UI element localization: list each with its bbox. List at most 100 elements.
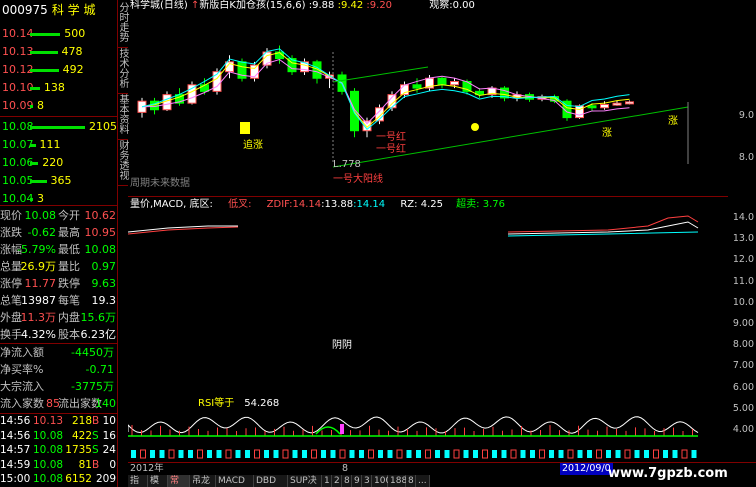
volume-bar (292, 450, 298, 458)
bottom-tab[interactable]: 100 (372, 475, 391, 487)
axis-tick-label: 9.00 (732, 318, 754, 329)
kline-value-1: 9.88 (312, 0, 335, 11)
tick-row: 14:59 10.08 81 B 0 (0, 458, 118, 472)
tick-row: 14:56 10.13 218 B 10 (0, 414, 118, 428)
bottom-tab[interactable]: ... (416, 475, 430, 487)
ask-level[interactable]: 10.13 478 (0, 43, 118, 61)
bid-level[interactable]: 10.06 220 (0, 154, 118, 172)
bid-level[interactable]: 10.08 2105 (0, 118, 118, 136)
volume-bar (482, 449, 488, 459)
bottom-tab[interactable]: 模板 (148, 475, 168, 487)
volume-bar (178, 450, 184, 458)
quote-label: 涨跌 (0, 226, 22, 239)
tick-volume: 6152 (65, 473, 92, 485)
bottom-tab[interactable]: 9 (352, 475, 362, 487)
bottom-tab[interactable]: 指标 (128, 475, 148, 487)
view-tab[interactable]: 财务透视 (117, 140, 128, 186)
volume-bar (245, 450, 250, 458)
volume-bar (558, 450, 564, 458)
candle-body[interactable] (450, 81, 459, 86)
volume-bar (672, 450, 678, 458)
view-tab[interactable]: 基本资料 (117, 94, 128, 140)
volume-bar (501, 450, 507, 458)
ask-volume: 478 (61, 45, 83, 58)
candle-body[interactable] (575, 105, 584, 119)
bottom-tab[interactable]: MACD基本 (216, 475, 254, 487)
bottom-tab[interactable]: 常用 (168, 475, 190, 487)
volume-bar (681, 449, 688, 459)
book-divider (0, 205, 118, 206)
bottom-tab[interactable]: 8 (406, 475, 416, 487)
bottom-tab[interactable]: 吊龙九 (190, 475, 216, 487)
volume-bar (577, 450, 583, 458)
indicator-chart[interactable] (128, 210, 728, 462)
view-tab[interactable]: 分时走势 (117, 2, 128, 48)
candle-body[interactable] (437, 77, 447, 86)
quote-label: 最高 (58, 226, 80, 239)
quote-label: 外盘 (0, 311, 22, 324)
volume-bar (463, 450, 469, 458)
candle-body[interactable] (187, 84, 197, 104)
candle-body[interactable] (625, 101, 634, 105)
quote-value: -5.79% (17, 243, 56, 256)
kline-chart[interactable]: 追涨一号红一号红L.778一号大阳线周期未来数据涨涨 (128, 12, 728, 198)
flow-label: 大宗流入 (0, 380, 44, 393)
bottom-tab[interactable]: 3 (362, 475, 372, 487)
volume-bar (416, 450, 421, 458)
quote-value: 15.6万 (80, 311, 117, 324)
bottom-tab[interactable]: DBD决策 (254, 475, 288, 487)
ask-volume-bar (30, 87, 40, 90)
note-zhuizhang: 追涨 (243, 138, 263, 151)
bottom-tab[interactable]: 188 (388, 475, 407, 487)
flow-value: -0.71 (85, 363, 114, 376)
indicator-line (507, 215, 699, 233)
candle-body[interactable] (587, 105, 597, 109)
volume-bar (644, 450, 649, 458)
volume-bar (444, 450, 450, 458)
candle-body[interactable] (612, 102, 622, 106)
kline-title-bar: 科学城(日线) ↑新版白K加仓孩(15,6,6) :9.88 :9.42 :9.… (130, 0, 475, 11)
tick-side: B (92, 458, 100, 471)
volume-bar (453, 449, 460, 459)
tick-price: 10.08 (33, 473, 64, 485)
tick-volume: 218 (71, 415, 92, 427)
axis-tick-label: 4.00 (732, 424, 754, 435)
mid-p2: 低叉: (228, 199, 252, 210)
candle-body[interactable] (412, 84, 422, 89)
quote-value: 11.77 (24, 277, 57, 290)
bottom-tab[interactable]: 8 (342, 475, 352, 487)
bottom-tab[interactable]: 1 (322, 475, 332, 487)
bottom-tab[interactable]: SUP决策 (288, 475, 322, 487)
bid-price: 10.06 (2, 156, 34, 169)
bid-level[interactable]: 10.07 111 (0, 136, 118, 154)
bottom-tab[interactable]: 2 (332, 475, 342, 487)
volume-bar (406, 450, 412, 458)
note-watermark: 周期未来数据 (130, 176, 190, 189)
flow-row: 大宗流入 -3775万 (0, 378, 118, 396)
ask-level[interactable]: 10.10 138 (0, 79, 118, 97)
flow-out-count: 140 (95, 397, 116, 410)
view-tab[interactable]: 技术分析 (117, 48, 128, 94)
tick-time: 14:56 (0, 429, 31, 442)
ask-level[interactable]: 10.09 8 (0, 97, 118, 115)
bid-level[interactable]: 10.05 365 (0, 172, 118, 190)
axis-tick-label: 14.0 (732, 212, 754, 223)
volume-bar (691, 450, 697, 458)
stock-header[interactable]: 000975 科 学 城 (0, 0, 118, 20)
volume-bar (359, 450, 364, 458)
stock-code: 000975 (2, 3, 48, 17)
quote-value: 19.3 (91, 294, 117, 307)
tick-count: 0 (109, 458, 116, 471)
volume-bar (339, 449, 346, 459)
candle-body[interactable] (600, 103, 609, 109)
bid-volume-bar (30, 198, 33, 201)
ask-volume: 492 (62, 63, 84, 76)
ask-level[interactable]: 10.14 500 (0, 25, 118, 43)
bid-volume-bar (30, 180, 47, 183)
quote-label: 换手 (0, 328, 22, 341)
quote-label: 涨停 (0, 277, 22, 290)
pane-divider (128, 196, 728, 197)
bid-volume: 220 (42, 156, 64, 169)
ask-level[interactable]: 10.12 492 (0, 61, 118, 79)
axis-tick-label: 7.00 (732, 360, 754, 372)
